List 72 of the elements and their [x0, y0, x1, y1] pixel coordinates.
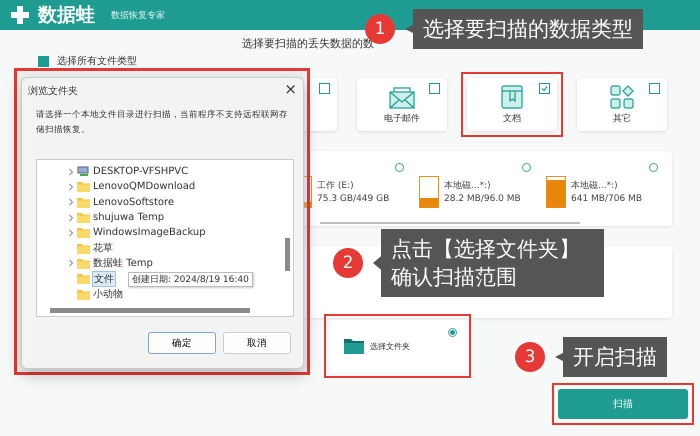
tree-item[interactable]: 数据蛙 Temp	[92, 256, 154, 270]
dialog-title: 浏览文件夹	[28, 84, 78, 98]
chevron-right-icon[interactable]	[67, 168, 75, 176]
folder-icon	[77, 258, 90, 269]
chevron-right-icon[interactable]	[67, 198, 75, 206]
cross-logo-icon	[10, 5, 30, 25]
app-subtitle: 数据恢复专家	[111, 10, 165, 22]
tree-item[interactable]: shujuwa Temp	[92, 212, 166, 224]
tree-item[interactable]: DESKTOP-VFSHPVC	[92, 166, 190, 178]
file-type-card[interactable]: 文档	[467, 78, 557, 131]
chevron-right-icon[interactable]	[67, 182, 75, 191]
chevron-right-icon[interactable]	[67, 228, 75, 237]
dialog-message: 请选择一个本地文件目录进行扫描，当前程序不支持远程联网存储扫描恢复。	[36, 108, 289, 137]
chevron-right-icon[interactable]	[67, 259, 75, 268]
folder-icon	[77, 212, 90, 224]
drive-usage: 75.3 GB/449 GB	[317, 193, 390, 206]
drive-name: 工作 (E:)	[317, 180, 355, 193]
drive-usage: 641 MB/706 MB	[571, 193, 642, 206]
checkbox[interactable]	[319, 83, 330, 94]
drive-name: 本地磁...*:)	[444, 180, 492, 193]
drive-card[interactable]: 本地磁...*:) 28.2 MB/96.0 MB	[419, 163, 531, 208]
dialog-button[interactable]: 确定	[148, 332, 216, 354]
callout-bubble: 点击【选择文件夹】 确认扫描范围	[373, 229, 604, 297]
checkbox[interactable]	[429, 83, 440, 94]
scrollbar-thumb[interactable]	[320, 222, 580, 224]
drive-name: 本地磁...*:)	[571, 180, 619, 193]
tree-item[interactable]: 花草	[92, 241, 114, 256]
computer-icon	[77, 166, 90, 178]
checkbox[interactable]	[38, 56, 49, 66]
folder-icon	[77, 273, 90, 284]
step-badge: 3	[515, 342, 545, 372]
folder-icon	[77, 181, 90, 192]
file-type-label: 文档	[503, 112, 521, 125]
folder-icon	[77, 288, 90, 300]
callout-bubble: 选择要扫描的数据类型	[405, 9, 643, 49]
checkbox-label: 选择所有文件类型	[57, 54, 137, 68]
tree-item[interactable]: 小动物	[92, 287, 124, 302]
radio-button[interactable]	[649, 163, 658, 172]
radio-button[interactable]	[522, 163, 531, 172]
app-logo-text: 数据蛙	[38, 3, 95, 28]
folder-icon	[77, 242, 90, 254]
folder-icon	[77, 196, 90, 208]
callout-bubble: 开启扫描	[555, 337, 667, 377]
tree-item[interactable]: LenovoSoftstore	[92, 196, 176, 208]
file-type-label: 其它	[613, 112, 631, 125]
checkbox[interactable]	[649, 83, 660, 94]
scrollbar-thumb[interactable]	[285, 238, 290, 271]
file-type-label: 电子邮件	[384, 112, 420, 125]
tree-item[interactable]: WindowsImageBackup	[92, 227, 207, 238]
drive-usage: 28.2 MB/96.0 MB	[444, 193, 521, 206]
folder-option-card[interactable]: 选择文件夹	[330, 320, 465, 372]
checkbox[interactable]	[539, 83, 550, 94]
chevron-right-icon[interactable]	[67, 214, 75, 222]
radio-button[interactable]	[395, 163, 404, 172]
file-type-card[interactable]: 其它	[577, 78, 667, 131]
tooltip: 创建日期: 2024/8/19 16:40	[128, 272, 253, 287]
drive-usage-icon	[419, 176, 439, 208]
folder-icon	[344, 338, 364, 354]
folder-icon	[77, 227, 90, 238]
drive-usage-icon	[546, 176, 566, 208]
radio-button[interactable]	[448, 328, 457, 337]
close-button[interactable]: ×	[284, 80, 297, 98]
tree-item[interactable]: LenovoQMDownload	[92, 181, 196, 192]
envelope-icon	[389, 87, 415, 109]
tree-item[interactable]: 文件	[92, 270, 116, 287]
bookmark-document-icon	[501, 85, 523, 109]
file-type-card[interactable]: 电子邮件	[357, 78, 447, 131]
dialog-button[interactable]: 取消	[223, 332, 291, 354]
drive-card[interactable]: 本地磁...*:) 641 MB/706 MB	[546, 163, 658, 208]
scrollbar-thumb[interactable]	[50, 308, 250, 313]
folder-option-label: 选择文件夹	[370, 340, 410, 352]
app-grid-icon	[610, 85, 634, 109]
